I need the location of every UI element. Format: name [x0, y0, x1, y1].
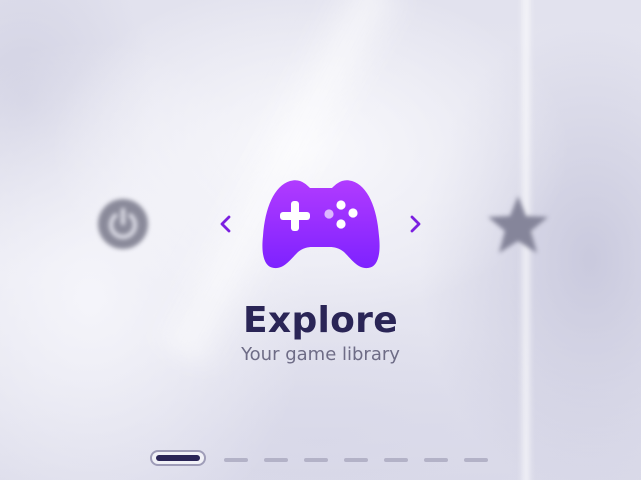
page-dot[interactable]: [424, 458, 448, 462]
star-icon[interactable]: [486, 194, 550, 256]
page-dot[interactable]: [264, 458, 288, 462]
gamepad-icon[interactable]: [260, 178, 382, 270]
menu-title: Explore: [243, 300, 398, 341]
page-dot[interactable]: [224, 458, 248, 462]
page-indicator: [150, 450, 500, 470]
page-dot-active[interactable]: [150, 450, 206, 466]
page-dot[interactable]: [384, 458, 408, 462]
page-dot[interactable]: [464, 458, 488, 462]
chevron-left-icon[interactable]: [214, 209, 236, 239]
menu-subtitle: Your game library: [241, 344, 400, 365]
chevron-right-icon[interactable]: [405, 209, 427, 239]
power-icon[interactable]: [96, 197, 150, 251]
page-dot[interactable]: [304, 458, 328, 462]
page-dot[interactable]: [344, 458, 368, 462]
